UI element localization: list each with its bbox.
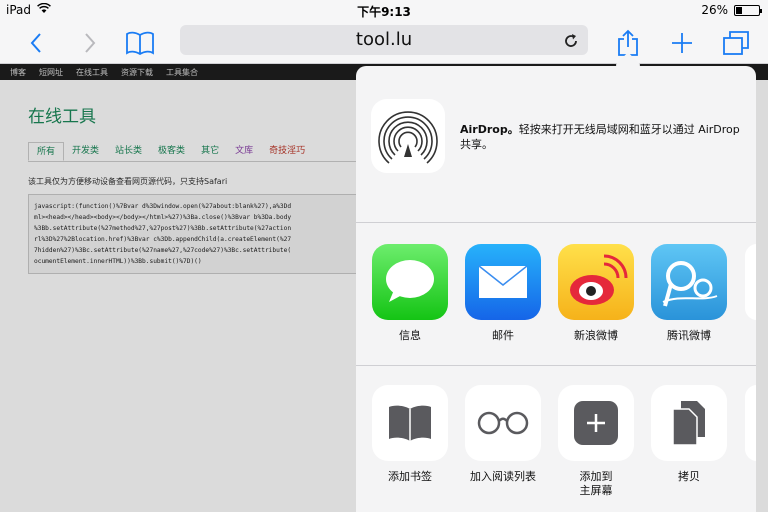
tabs-button[interactable]: [720, 22, 752, 64]
book-icon: [126, 31, 154, 55]
share-app-sina-weibo[interactable]: 新浪微博: [551, 244, 641, 343]
chevron-left-icon: [30, 33, 41, 53]
back-button[interactable]: [24, 22, 48, 64]
reading-list-icon: [465, 385, 541, 461]
action-label-line1: 添加到: [579, 470, 613, 483]
action-label: 拷贝: [678, 470, 700, 483]
share-sheet: AirDrop。轻按来打开无线局域网和蓝牙以通过 AirDrop 共享。 信息 …: [356, 66, 756, 512]
action-label: 添加到 主屏幕: [551, 470, 641, 498]
app-label: 信息: [399, 329, 421, 342]
airdrop-title: AirDrop。: [460, 123, 519, 136]
add-home-icon: [558, 385, 634, 461]
share-app-tencent-weibo[interactable]: 腾讯微博: [644, 244, 734, 343]
chevron-right-icon: [85, 33, 96, 53]
airdrop-description: AirDrop。轻按来打开无线局域网和蓝牙以通过 AirDrop 共享。: [460, 122, 745, 152]
airdrop-icon[interactable]: [371, 99, 445, 173]
airdrop-section: AirDrop。轻按来打开无线局域网和蓝牙以通过 AirDrop 共享。: [356, 66, 756, 223]
share-app-messages[interactable]: 信息: [365, 244, 455, 343]
battery-icon: [734, 4, 762, 16]
messages-icon: [372, 244, 448, 320]
mail-icon: [465, 244, 541, 320]
new-tab-button[interactable]: [668, 22, 696, 64]
more-actions-peek[interactable]: [745, 385, 756, 461]
share-app-mail[interactable]: 邮件: [458, 244, 548, 343]
copy-icon: [651, 385, 727, 461]
app-label: 新浪微博: [574, 329, 618, 342]
action-add-to-home-screen[interactable]: 添加到 主屏幕: [551, 385, 641, 498]
action-label: 添加书签: [388, 470, 432, 483]
browser-toolbar: tool.lu: [0, 22, 768, 64]
app-label: 邮件: [492, 329, 514, 342]
action-add-reading-list[interactable]: 加入阅读列表: [458, 385, 548, 484]
forward-button[interactable]: [78, 22, 102, 64]
reload-button[interactable]: [562, 30, 580, 60]
status-time: 下午9:13: [357, 5, 411, 19]
address-bar[interactable]: tool.lu: [180, 25, 588, 55]
battery-percent: 26%: [701, 3, 728, 17]
tencent-weibo-icon: [651, 244, 727, 320]
action-label: 加入阅读列表: [470, 470, 536, 483]
share-apps-row: 信息 邮件 新浪微博 腾讯微博: [356, 224, 756, 366]
sina-weibo-icon: [558, 244, 634, 320]
share-actions-row: 添加书签 加入阅读列表 添加到 主屏幕 拷贝: [356, 367, 756, 512]
bookmark-icon: [372, 385, 448, 461]
action-label-line2: 主屏幕: [579, 484, 613, 497]
url-text: tool.lu: [355, 29, 413, 50]
action-add-bookmark[interactable]: 添加书签: [365, 385, 455, 484]
status-bar: iPad 下午9:13 26%: [0, 0, 768, 22]
plus-icon: [672, 33, 692, 53]
reload-icon: [565, 34, 577, 47]
more-apps-peek[interactable]: [745, 244, 756, 320]
tabs-icon: [723, 31, 749, 55]
action-copy[interactable]: 拷贝: [644, 385, 734, 484]
app-label: 腾讯微博: [667, 329, 711, 342]
bookmarks-button[interactable]: [124, 22, 156, 64]
